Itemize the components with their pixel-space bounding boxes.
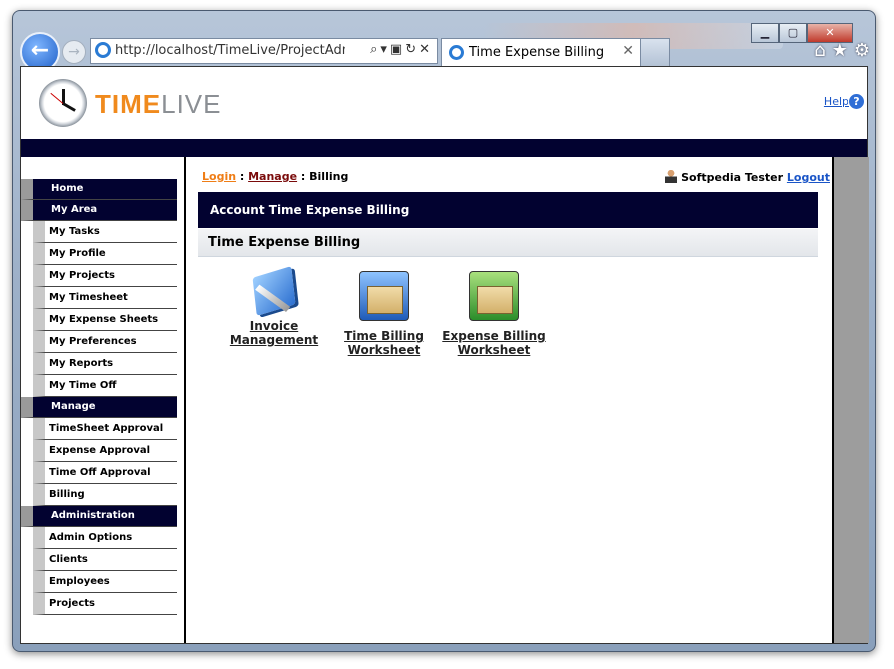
header-band [21, 139, 867, 157]
green-cabinet-icon[interactable] [469, 271, 519, 321]
sidebar-section-my-area[interactable]: My Area [21, 200, 177, 221]
time-billing-worksheet-tile[interactable]: Time Billing Worksheet [329, 271, 439, 357]
right-gutter [832, 157, 869, 643]
page-title: Account Time Expense Billing [198, 192, 818, 228]
sidebar-item-my-projects[interactable]: My Projects [33, 265, 177, 287]
forward-arrow-icon[interactable]: → [62, 40, 86, 64]
sidebar-item-my-tasks[interactable]: My Tasks [33, 221, 177, 243]
new-tab-button[interactable] [640, 38, 670, 66]
breadcrumb-current: Billing [309, 170, 349, 183]
invoice-management-tile[interactable]: Invoice Management [219, 266, 329, 347]
breadcrumb-separator: : [236, 170, 249, 183]
breadcrumb-separator: : [297, 170, 310, 183]
tab-ie-icon [449, 45, 464, 60]
browser-toolbar-icons[interactable]: ⌂★⚙ [814, 40, 876, 61]
time-billing-worksheet-link[interactable]: Time Billing Worksheet [329, 329, 439, 357]
help-link[interactable]: Help [824, 95, 849, 108]
address-bar[interactable]: http://localhost/TimeLive/ProjectAdmin/T… [90, 38, 438, 64]
sidebar-item-time-off-approval[interactable]: Time Off Approval [33, 462, 177, 484]
user-icon [665, 169, 678, 183]
sidebar-item-timesheet-approval[interactable]: TimeSheet Approval [33, 418, 177, 440]
sidebar-item-my-expense-sheets[interactable]: My Expense Sheets [33, 309, 177, 331]
tab-label: Time Expense Billing [469, 45, 605, 60]
maximize-button[interactable]: ▢ [779, 23, 807, 43]
sidebar-item-clients[interactable]: Clients [33, 549, 177, 571]
sidebar-item-my-reports[interactable]: My Reports [33, 353, 177, 375]
invoice-management-link[interactable]: Invoice Management [219, 319, 329, 347]
address-tools[interactable]: ⌕▾▣↻✕ [370, 42, 433, 57]
sidebar-item-my-profile[interactable]: My Profile [33, 243, 177, 265]
sidebar-item-admin-options[interactable]: Admin Options [33, 527, 177, 549]
user-name: Softpedia Tester [681, 171, 784, 184]
sidebar-item-my-time-off[interactable]: My Time Off [33, 375, 177, 397]
expense-billing-worksheet-link[interactable]: Expense Billing Worksheet [439, 329, 549, 357]
breadcrumb: Login : Manage : Billing [202, 170, 348, 183]
sidebar-section-home[interactable]: Home [21, 179, 177, 200]
invoice-book-icon[interactable] [252, 266, 296, 316]
sidebar-item-projects[interactable]: Projects [33, 593, 177, 615]
expense-billing-worksheet-tile[interactable]: Expense Billing Worksheet [439, 271, 549, 357]
address-url[interactable]: http://localhost/TimeLive/ProjectAdmin/T… [115, 43, 345, 58]
sidebar-menu: Home My Area My Tasks My Profile My Proj… [21, 179, 177, 615]
ie-logo-icon [95, 42, 111, 58]
web-page: TIMELIVE Help ? Home My Area My Tasks My… [20, 66, 869, 644]
sidebar-item-employees[interactable]: Employees [33, 571, 177, 593]
sidebar: Home My Area My Tasks My Profile My Proj… [21, 157, 186, 643]
breadcrumb-login[interactable]: Login [202, 170, 236, 183]
tab-time-expense-billing[interactable]: Time Expense Billing ✕ [441, 38, 641, 66]
timelive-logo: TIMELIVE [95, 89, 222, 119]
sidebar-item-my-preferences[interactable]: My Preferences [33, 331, 177, 353]
user-info: Softpedia Tester Logout [665, 169, 830, 184]
sidebar-section-manage[interactable]: Manage [21, 397, 177, 418]
sidebar-section-administration[interactable]: Administration [21, 506, 177, 527]
main-content: Login : Manage : Billing Softpedia Teste… [186, 157, 832, 643]
tab-close-icon[interactable]: ✕ [622, 43, 634, 59]
logout-link[interactable]: Logout [787, 171, 830, 184]
sidebar-item-billing[interactable]: Billing [33, 484, 177, 506]
help-icon[interactable]: ? [848, 93, 865, 110]
clock-logo-icon [39, 79, 87, 127]
sidebar-item-my-timesheet[interactable]: My Timesheet [33, 287, 177, 309]
section-title: Time Expense Billing [198, 229, 818, 257]
blue-cabinet-icon[interactable] [359, 271, 409, 321]
breadcrumb-manage[interactable]: Manage [248, 170, 297, 183]
minimize-button[interactable]: ▁ [751, 23, 779, 43]
sidebar-item-expense-approval[interactable]: Expense Approval [33, 440, 177, 462]
